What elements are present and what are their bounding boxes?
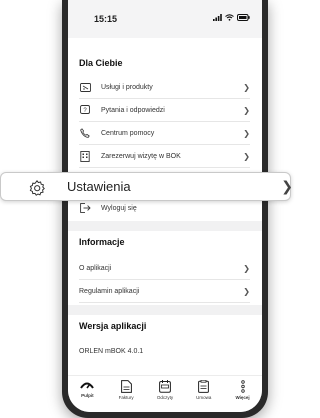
contract-icon	[198, 380, 210, 393]
tab-pulpit[interactable]: Pulpit	[70, 376, 104, 398]
menu-item-terms-label: Regulamin aplikacji	[79, 287, 140, 295]
status-time: 15:15	[94, 14, 118, 24]
menu-item-logout-label: Wyloguj się	[101, 204, 137, 212]
tab-umowa[interactable]: Umowa	[187, 376, 221, 400]
chevron-right-icon: ❯	[243, 263, 250, 273]
phone-frame: 15:15 Dla Ciebie Usługi i produkty ❯ ? P…	[62, 0, 268, 418]
more-dots-icon	[240, 380, 245, 393]
bottom-tab-bar: Pulpit Faktury Odczyty Umowa Więcej	[68, 375, 262, 412]
menu-item-about[interactable]: O aplikacji ❯	[79, 257, 250, 280]
tab-pulpit-label: Pulpit	[81, 393, 94, 398]
tab-odczyty-label: Odczyty	[156, 395, 174, 400]
chevron-right-icon: ❯	[243, 286, 250, 296]
menu-item-help-label: Centrum pomocy	[101, 129, 155, 137]
logout-icon	[79, 202, 91, 214]
status-bar: 15:15	[68, 0, 262, 38]
tab-wiecej-label: Więcej	[235, 395, 250, 400]
tab-faktury-label: Faktury	[118, 395, 134, 400]
services-icon	[79, 81, 91, 93]
menu-item-terms[interactable]: Regulamin aplikacji ❯	[79, 280, 250, 303]
settings-callout-label: Ustawienia	[67, 179, 131, 194]
building-icon	[79, 150, 91, 162]
battery-icon	[237, 14, 250, 21]
chevron-right-icon: ❯	[243, 105, 250, 115]
chevron-right-icon: ❯	[281, 178, 293, 194]
app-version-value: ORLEN mBOK 4.0.1	[79, 347, 144, 355]
status-icons	[213, 14, 250, 21]
dashboard-icon	[80, 382, 95, 389]
wifi-icon	[225, 14, 234, 21]
section-separator	[68, 221, 262, 231]
menu-item-help[interactable]: Centrum pomocy ❯	[79, 122, 250, 145]
question-icon: ?	[79, 104, 91, 116]
chevron-right-icon: ❯	[243, 128, 250, 138]
menu-item-questions[interactable]: ? Pytania i odpowiedzi ❯	[79, 99, 250, 122]
chevron-right-icon: ❯	[243, 82, 250, 92]
chevron-right-icon: ❯	[243, 151, 250, 161]
settings-content: Dla Ciebie Usługi i produkty ❯ ? Pytania…	[68, 38, 262, 376]
section-title-for-you: Dla Ciebie	[79, 58, 123, 68]
tab-faktury[interactable]: Faktury	[109, 376, 143, 400]
tab-odczyty[interactable]: Odczyty	[148, 376, 182, 400]
phone-screen: 15:15 Dla Ciebie Usługi i produkty ❯ ? P…	[68, 0, 262, 412]
settings-callout-row[interactable]: Ustawienia ❯	[0, 172, 293, 201]
menu-item-services[interactable]: Usługi i produkty ❯	[79, 76, 250, 99]
section-title-version: Wersja aplikacji	[79, 321, 147, 331]
menu-item-services-label: Usługi i produkty	[101, 83, 153, 91]
meter-icon	[159, 380, 171, 393]
signal-icon	[213, 14, 222, 21]
section-separator	[68, 305, 262, 315]
tab-umowa-label: Umowa	[196, 395, 212, 400]
app-version-row: ORLEN mBOK 4.0.1	[79, 340, 250, 362]
gear-icon	[29, 180, 45, 196]
invoice-icon	[120, 380, 132, 393]
menu-item-book-visit-label: Zarezerwuj wizytę w BOK	[101, 152, 181, 160]
tab-wiecej[interactable]: Więcej	[226, 376, 260, 400]
phone-call-icon	[79, 127, 91, 139]
menu-item-about-label: O aplikacji	[79, 264, 112, 272]
menu-item-questions-label: Pytania i odpowiedzi	[101, 106, 165, 114]
section-title-info: Informacje	[79, 237, 125, 247]
menu-item-book-visit[interactable]: Zarezerwuj wizytę w BOK ❯	[79, 145, 250, 168]
